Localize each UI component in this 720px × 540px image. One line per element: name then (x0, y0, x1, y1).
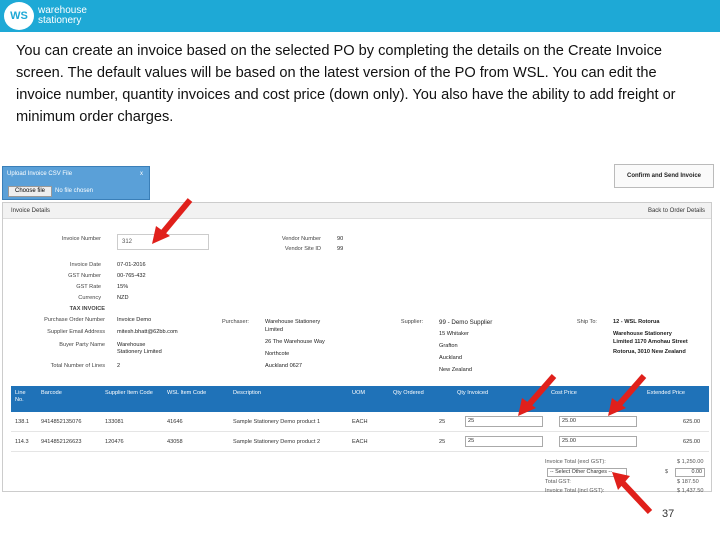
qty-ordered-cell: 25 (439, 419, 446, 425)
page-number: 37 (662, 508, 675, 520)
col-header: WSL Item Code (167, 390, 207, 396)
gst-number-value: 00-765-432 (117, 273, 146, 279)
uom-cell: EACH (352, 439, 368, 445)
cost-price-input[interactable]: 25.00 (559, 436, 637, 447)
red-arrow-icon (612, 472, 653, 515)
extended-price-cell: 625.00 (683, 419, 701, 425)
supplier-line-5: New Zealand (439, 367, 472, 373)
col-header: Qty Invoiced (457, 390, 489, 396)
supplier-line-3: Grafton (439, 343, 458, 349)
supplier-label: Supplier: (400, 319, 423, 325)
barcode-cell: 9414852126623 (41, 439, 82, 445)
logo-wordmark: warehouse stationery (38, 6, 87, 26)
description-cell: Sample Stationery Demo product 1 (233, 419, 321, 425)
invoice-date-value: 07-01-2016 (117, 262, 146, 268)
buyer-party-value-1: Warehouse (117, 342, 146, 348)
logo-badge: WS (4, 2, 34, 30)
purchaser-line-1: Warehouse Stationery (265, 319, 321, 325)
total-excl-gst-value: $ 1,250.00 (677, 459, 704, 465)
purchaser-line-3: 26 The Warehouse Way (265, 339, 325, 345)
col-header: Barcode (41, 390, 62, 396)
ship-to-line-4: Rotorua, 3010 New Zealand (613, 349, 686, 355)
extended-price-cell: 625.00 (683, 439, 701, 445)
invoice-details-panel: Invoice Details Back to Order Details In… (2, 202, 712, 494)
wsl-code-cell: 41646 (167, 419, 183, 425)
upload-title: Upload Invoice CSV File (7, 171, 73, 177)
top-banner: WS warehouse stationery (0, 0, 720, 32)
col-header: Extended Price (647, 390, 685, 396)
invoice-number-label: Invoice Number (61, 236, 101, 242)
uom-cell: EACH (352, 419, 368, 425)
buyer-party-label: Buyer Party Name (59, 342, 105, 348)
red-arrow-icon (608, 374, 647, 416)
gst-rate-value: 15% (117, 284, 129, 290)
purchaser-label: Purchaser: (221, 319, 249, 325)
description-cell: Sample Stationery Demo product 2 (233, 439, 321, 445)
buyer-party-value-2: Stationery Limited (117, 349, 162, 355)
currency-value: NZD (117, 295, 129, 301)
currency-label: Currency (78, 295, 101, 301)
upload-csv-panel: Upload Invoice CSV File x Choose file No… (2, 166, 150, 200)
vendor-number-value: 90 (337, 236, 344, 242)
line-no-cell: 114.3 (15, 439, 29, 445)
col-header: Supplier Item Code (105, 390, 153, 396)
purchaser-line-5: Auckland 0627 (265, 363, 303, 369)
red-arrow-icon (152, 198, 193, 244)
slide-caption: You can create an invoice based on the s… (16, 43, 676, 125)
po-number-label: Purchase Order Number (44, 317, 105, 323)
logo-line-2: stationery (38, 15, 82, 26)
confirm-send-invoice-button[interactable]: Confirm and Send Invoice (614, 164, 714, 188)
close-icon[interactable]: x (140, 171, 143, 177)
company-logo: WS warehouse stationery (4, 2, 87, 30)
panel-header: Invoice Details Back to Order Details (3, 203, 711, 219)
back-to-order-link[interactable]: Back to Order Details (648, 208, 705, 214)
total-incl-gst-value: $ 1,437.50 (677, 488, 704, 494)
tax-invoice-heading: TAX INVOICE (69, 306, 105, 312)
ship-to-line-2: Warehouse Stationery (613, 331, 672, 337)
purchaser-line-4: Northcote (265, 351, 290, 357)
vendor-site-label: Vendor Site ID (284, 246, 321, 252)
ship-to-label: Ship To: (576, 319, 597, 325)
table-row: 114.3 9414852126623 120476 43058 Sample … (11, 432, 709, 452)
choose-file-button[interactable]: Choose file (8, 186, 52, 197)
supplier-code-cell: 133081 (105, 419, 124, 425)
supplier-line-1: 99 - Demo Supplier (439, 319, 493, 326)
qty-invoiced-input[interactable]: 25 (465, 436, 543, 447)
col-header: UOM (352, 390, 366, 396)
red-arrow-icon (518, 374, 557, 416)
vendor-number-label: Vendor Number (281, 236, 321, 242)
no-file-text: No file chosen (55, 188, 94, 194)
line-no-cell: 138.1 (15, 419, 29, 425)
gst-rate-label: GST Rate (76, 284, 101, 290)
supplier-line-2: 15 Whitaker (439, 331, 469, 337)
barcode-cell: 9414852135076 (41, 419, 82, 425)
po-number-value: Invoice Demo (117, 317, 152, 323)
col-header: Description (233, 390, 261, 396)
supplier-code-cell: 120476 (105, 439, 124, 445)
supplier-line-4: Auckland (439, 355, 463, 361)
supplier-email-value: mitesh.bhatt@62bb.com (117, 329, 178, 335)
col-header: Line No. (15, 390, 26, 403)
purchaser-line-2: Limited (265, 327, 284, 333)
total-excl-gst-label: Invoice Total (excl GST): (545, 459, 606, 465)
vendor-site-value: 99 (337, 246, 344, 252)
supplier-email-label: Supplier Email Address (47, 329, 105, 335)
total-gst-value: $ 187.50 (677, 479, 699, 485)
total-gst-label: Total GST: (545, 479, 571, 485)
charges-currency: $ (665, 469, 669, 475)
ship-to-line-1: 12 - WSL Rotorua (613, 319, 660, 325)
total-lines-label: Total Number of Lines (50, 363, 105, 369)
total-incl-gst-label: Invoice Total (incl GST): (545, 488, 605, 494)
gst-number-label: GST Number (68, 273, 101, 279)
qty-ordered-cell: 25 (439, 439, 446, 445)
other-charges-input[interactable]: 0.00 (675, 468, 705, 477)
wsl-code-cell: 43058 (167, 439, 183, 445)
total-lines-value: 2 (117, 363, 121, 369)
ship-to-line-3: Limited 1170 Amohau Street (613, 339, 688, 345)
panel-title: Invoice Details (11, 208, 51, 214)
col-header: Qty Ordered (393, 390, 424, 396)
invoice-date-label: Invoice Date (69, 262, 101, 268)
